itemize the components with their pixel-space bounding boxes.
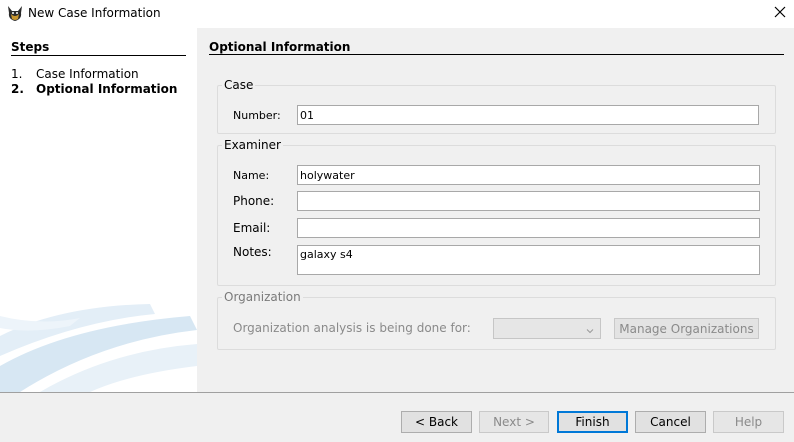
- title-bar: New Case Information: [0, 0, 794, 28]
- chevron-down-icon: [586, 324, 594, 334]
- step-label: Case Information: [36, 67, 139, 81]
- steps-header: Steps: [11, 40, 50, 54]
- email-label: Email:: [233, 221, 271, 235]
- case-legend: Case: [224, 78, 254, 92]
- back-button[interactable]: < Back: [401, 411, 472, 433]
- page-title: Optional Information: [209, 40, 351, 54]
- next-button[interactable]: Next >: [479, 411, 549, 433]
- wizard-button-bar: < Back Next > Finish Cancel Help: [0, 392, 794, 442]
- decorative-swoosh-graphic: [0, 304, 197, 392]
- finish-button[interactable]: Finish: [557, 411, 628, 433]
- organization-prompt-label: Organization analysis is being done for:: [233, 321, 471, 335]
- phone-label: Phone:: [233, 194, 275, 208]
- number-label: Number:: [233, 109, 281, 122]
- examiner-notes-textarea[interactable]: galaxy s4: [297, 245, 760, 275]
- examiner-phone-input[interactable]: [297, 191, 760, 211]
- case-number-input[interactable]: [297, 105, 759, 125]
- window-title: New Case Information: [28, 6, 161, 20]
- examiner-email-input[interactable]: [297, 218, 760, 238]
- organization-legend: Organization: [224, 290, 301, 304]
- step-case-information: 1. Case Information: [11, 67, 139, 81]
- notes-label: Notes:: [233, 245, 272, 259]
- content-panel: Optional Information Case Number: Examin…: [197, 28, 794, 392]
- step-label: Optional Information: [36, 82, 178, 96]
- steps-panel: Steps 1. Case Information 2. Optional Info…: [0, 28, 197, 392]
- name-label: Name:: [233, 169, 270, 182]
- cancel-button[interactable]: Cancel: [635, 411, 706, 433]
- step-number: 1.: [11, 67, 23, 81]
- examiner-name-input[interactable]: [297, 165, 760, 185]
- step-optional-information: 2. Optional Information: [11, 82, 177, 96]
- steps-divider: [11, 55, 186, 56]
- examiner-legend: Examiner: [224, 138, 281, 152]
- app-dog-head-icon: [6, 5, 24, 23]
- help-button[interactable]: Help: [713, 411, 784, 433]
- step-number: 2.: [11, 82, 24, 96]
- title-divider: [209, 54, 784, 55]
- manage-organizations-button[interactable]: Manage Organizations: [614, 318, 759, 339]
- organization-select[interactable]: [493, 318, 601, 339]
- close-icon: [774, 6, 786, 21]
- close-button[interactable]: [766, 0, 794, 26]
